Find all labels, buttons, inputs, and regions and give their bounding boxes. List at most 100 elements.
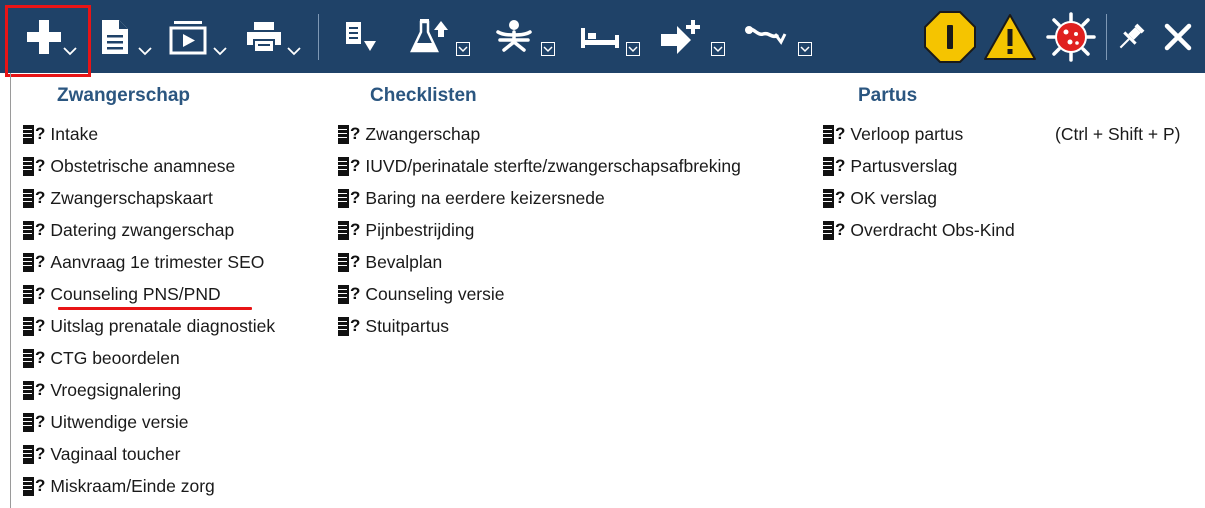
menu-item-vroegsignalering[interactable]: ? Vroegsignalering: [23, 374, 181, 406]
form-help-icon: ?: [23, 284, 45, 304]
menu-item-uitslag-prenatale-diagnostiek[interactable]: ? Uitslag prenatale diagnostiek: [23, 310, 275, 342]
person-button[interactable]: [492, 0, 536, 73]
document-icon: [100, 18, 130, 56]
play-doc-button[interactable]: [168, 0, 208, 73]
menu-item-label: IUVD/perinatale sterfte/zwangerschapsafb…: [365, 155, 741, 176]
menu-item-partusverslag[interactable]: ? Partusverslag: [823, 150, 957, 182]
form-help-icon: ?: [23, 380, 45, 400]
form-help-icon: ?: [23, 412, 45, 432]
toolbar-divider: [318, 14, 319, 60]
menu-item-aanvraag-seo[interactable]: ? Aanvraag 1e trimester SEO: [23, 246, 264, 278]
menu-item-label: Datering zwangerschap: [50, 219, 235, 240]
pin-icon: [1114, 20, 1148, 54]
form-help-icon: ?: [823, 156, 845, 176]
menu-item-pijnbestrijding[interactable]: ? Pijnbestrijding: [338, 214, 474, 246]
bed-button[interactable]: [578, 0, 622, 73]
pin-button[interactable]: [1112, 0, 1150, 73]
form-help-icon: ?: [23, 156, 45, 176]
menu-item-ok-verslag[interactable]: ? OK verslag: [823, 182, 937, 214]
menu-item-label: Uitwendige versie: [50, 411, 189, 432]
bed-dropdown[interactable]: [626, 42, 640, 56]
menu-item-zwangerschapskaart[interactable]: ? Zwangerschapskaart: [23, 182, 213, 214]
form-help-icon: ?: [23, 124, 45, 144]
menu-item-label: Zwangerschap: [365, 123, 481, 144]
form-help-icon: ?: [23, 252, 45, 272]
menu-item-label: Baring na eerdere keizersnede: [365, 187, 605, 208]
info-octagon-icon: [923, 10, 977, 64]
menu-item-counseling-versie[interactable]: ? Counseling versie: [338, 278, 505, 310]
form-help-icon: ?: [338, 124, 360, 144]
form-help-icon: ?: [338, 220, 360, 240]
transfer-button[interactable]: [658, 0, 704, 73]
menu-item-label: Bevalplan: [365, 251, 443, 272]
menu-item-label: Stuitpartus: [365, 315, 450, 336]
menu-left-border: [10, 73, 11, 508]
form-help-icon: ?: [823, 188, 845, 208]
form-help-icon: ?: [338, 252, 360, 272]
chevron-down-icon[interactable]: [287, 43, 301, 61]
menu-item-miskraam-einde-zorg[interactable]: ? Miskraam/Einde zorg: [23, 470, 215, 502]
close-icon: [1163, 22, 1193, 52]
menu-item-counseling-pns-pnd[interactable]: ? Counseling PNS/PND: [23, 278, 221, 310]
menu-item-label: Zwangerschapskaart: [50, 187, 213, 208]
menu-item-label: Verloop partus: [850, 123, 964, 144]
form-help-icon: ?: [23, 188, 45, 208]
menu-item-label: CTG beoordelen: [50, 347, 180, 368]
bed-icon: [579, 22, 621, 52]
menu-item-label: Counseling PNS/PND: [50, 283, 221, 304]
menu-item-verloop-partus[interactable]: ? Verloop partus: [823, 118, 963, 150]
menu-item-label: Counseling versie: [365, 283, 505, 304]
form-help-icon: ?: [338, 284, 360, 304]
menu-item-bevalplan[interactable]: ? Bevalplan: [338, 246, 442, 278]
person-icon: [494, 18, 534, 56]
infection-alert-button[interactable]: [1043, 0, 1099, 73]
person-dropdown[interactable]: [541, 42, 555, 56]
arrow-plus-icon: [659, 18, 703, 56]
form-help-icon: ?: [823, 220, 845, 240]
virus-icon: [1044, 10, 1098, 64]
printer-icon: [245, 20, 283, 54]
print-button[interactable]: [244, 0, 284, 73]
warning-triangle-icon: [983, 12, 1037, 62]
info-alert-button[interactable]: [922, 0, 978, 73]
form-help-icon: ?: [823, 124, 845, 144]
warning-alert-button[interactable]: [983, 0, 1037, 73]
stethoscope-dropdown[interactable]: [798, 42, 812, 56]
chevron-down-icon[interactable]: [138, 43, 152, 61]
menu-item-vaginaal-toucher[interactable]: ? Vaginaal toucher: [23, 438, 180, 470]
menu-item-ctg-beoordelen[interactable]: ? CTG beoordelen: [23, 342, 180, 374]
menu-item-label: OK verslag: [850, 187, 937, 208]
add-button-highlight: [5, 5, 91, 77]
form-help-icon: ?: [338, 156, 360, 176]
form-help-icon: ?: [23, 348, 45, 368]
menu-item-label: Partusverslag: [850, 155, 958, 176]
menu-item-label: Aanvraag 1e trimester SEO: [50, 251, 265, 272]
close-button[interactable]: [1158, 0, 1198, 73]
column-heading-zwangerschap: Zwangerschap: [57, 85, 191, 106]
stethoscope-icon: [743, 22, 789, 52]
column-heading-partus: Partus: [858, 85, 918, 106]
menu-item-baring-keizersnede[interactable]: ? Baring na eerdere keizersnede: [338, 182, 605, 214]
transfer-dropdown[interactable]: [711, 42, 725, 56]
menu-item-datering-zwangerschap[interactable]: ? Datering zwangerschap: [23, 214, 234, 246]
form-help-icon: ?: [23, 476, 45, 496]
menu-item-iuvd[interactable]: ? IUVD/perinatale sterfte/zwangerschapsaf…: [338, 150, 741, 182]
menu-item-stuitpartus[interactable]: ? Stuitpartus: [338, 310, 449, 342]
lab-dropdown[interactable]: [456, 42, 470, 56]
menu-item-checklist-zwangerschap[interactable]: ? Zwangerschap: [338, 118, 480, 150]
menu-item-label: Obstetrische anamnese: [50, 155, 236, 176]
menu-item-intake[interactable]: ? Intake: [23, 118, 98, 150]
form-help-icon: ?: [338, 316, 360, 336]
document-button[interactable]: [97, 0, 133, 73]
lab-button[interactable]: [408, 0, 452, 73]
menu-item-uitwendige-versie[interactable]: ? Uitwendige versie: [23, 406, 189, 438]
menu-item-overdracht-obs-kind[interactable]: ? Overdracht Obs-Kind: [823, 214, 1015, 246]
chevron-down-icon[interactable]: [213, 43, 227, 61]
menu-item-label: Uitslag prenatale diagnostiek: [50, 315, 276, 336]
form-help-icon: ?: [23, 316, 45, 336]
stethoscope-button[interactable]: [742, 0, 790, 73]
form-help-icon: ?: [23, 220, 45, 240]
menu-item-obstetrische-anamnese[interactable]: ? Obstetrische anamnese: [23, 150, 235, 182]
list-down-button[interactable]: [342, 0, 378, 73]
menu-item-label: Vaginaal toucher: [50, 443, 181, 464]
